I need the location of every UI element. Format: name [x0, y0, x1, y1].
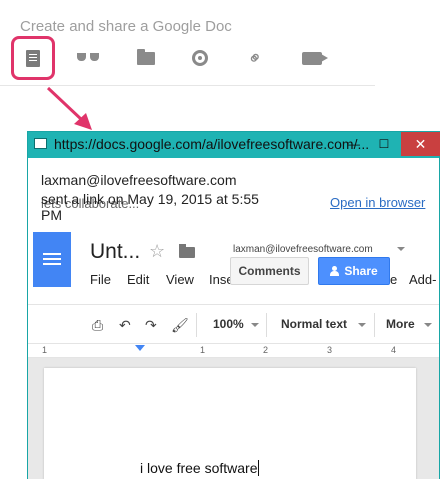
folder-icon[interactable]	[131, 44, 161, 72]
doc-popup-window: https://docs.google.com/a/ilovefreesoftw…	[27, 131, 440, 479]
window-title-url: https://docs.google.com/a/ilovefreesoftw…	[54, 136, 370, 152]
window-icon	[34, 138, 47, 149]
window-titlebar: https://docs.google.com/a/ilovefreesoftw…	[28, 132, 440, 158]
docs-embed: Unt... ☆ laxman@ilovefreesoftware.com Fi…	[28, 232, 439, 479]
menu-file[interactable]: File	[90, 272, 111, 287]
document-icon[interactable]	[11, 36, 55, 80]
maximize-button[interactable]: ☐	[369, 132, 399, 156]
account-email[interactable]: laxman@ilovefreesoftware.com	[233, 244, 373, 255]
screenshot-root: Create and share a Google Doc ⚭ https://…	[0, 0, 444, 479]
folder-icon[interactable]	[179, 244, 195, 258]
divider	[374, 313, 375, 337]
menu-partial[interactable]: e	[390, 272, 397, 287]
menu-view[interactable]: View	[166, 272, 194, 287]
more-button[interactable]: More	[386, 317, 415, 331]
document-title[interactable]: Unt...	[90, 240, 140, 264]
close-button[interactable]: ✕	[401, 132, 440, 156]
sent-timestamp: sent a link on May 19, 2015 at 5:55 PM	[41, 191, 259, 223]
chevron-down-icon[interactable]	[251, 323, 259, 327]
location-icon[interactable]	[185, 44, 215, 72]
paint-format-icon[interactable]: 🖌	[171, 317, 189, 334]
document-body-text[interactable]: i love free software	[140, 460, 259, 476]
zoom-select[interactable]: 100%	[213, 317, 244, 331]
link-icon[interactable]: ⚭	[241, 44, 271, 72]
style-select[interactable]: Normal text	[281, 317, 347, 331]
share-button[interactable]: Share	[318, 257, 390, 285]
document-canvas: i love free software	[28, 358, 439, 479]
star-icon[interactable]: ☆	[149, 241, 165, 262]
ruler-number: 3	[327, 345, 333, 355]
ruler-number: 4	[391, 345, 397, 355]
sender-email: laxman@ilovefreesoftware.com	[41, 172, 237, 188]
formatting-toolbar: ⎙ ↶ ↷ 🖌 100% Normal text More	[28, 304, 439, 344]
minimize-button[interactable]: —	[339, 132, 369, 156]
ruler: 1 1 2 3 4	[28, 344, 439, 358]
divider	[266, 313, 267, 337]
divider	[196, 313, 197, 337]
ruler-number: 2	[263, 345, 269, 355]
menu-edit[interactable]: Edit	[127, 272, 149, 287]
video-icon[interactable]	[297, 44, 328, 72]
attachment-toolbar: ⚭	[0, 36, 375, 80]
share-composer: Create and share a Google Doc ⚭	[0, 0, 375, 86]
open-in-browser-link[interactable]: Open in browser	[330, 195, 425, 210]
menu-addons[interactable]: Add-	[409, 272, 436, 287]
person-icon	[330, 266, 340, 276]
message-header: laxman@ilovefreesoftware.com lets collab…	[28, 158, 439, 232]
composer-title: Create and share a Google Doc	[20, 18, 232, 35]
ruler-number: 1	[200, 345, 206, 355]
document-page[interactable]: i love free software	[44, 368, 416, 479]
redo-icon[interactable]: ↷	[145, 317, 157, 334]
chevron-down-icon[interactable]	[397, 247, 405, 251]
chevron-down-icon[interactable]	[358, 323, 366, 327]
comments-button[interactable]: Comments	[230, 257, 309, 285]
text-cursor	[257, 460, 259, 476]
print-icon[interactable]: ⎙	[92, 317, 103, 334]
undo-icon[interactable]: ↶	[119, 317, 131, 334]
docs-logo-icon[interactable]	[33, 232, 71, 287]
chevron-down-icon[interactable]	[424, 323, 432, 327]
share-label: Share	[344, 264, 378, 278]
indent-marker[interactable]	[135, 345, 145, 351]
body-text-content: i love free software	[140, 460, 258, 476]
ruler-number: 1	[42, 345, 48, 355]
glasses-icon[interactable]	[73, 44, 103, 72]
